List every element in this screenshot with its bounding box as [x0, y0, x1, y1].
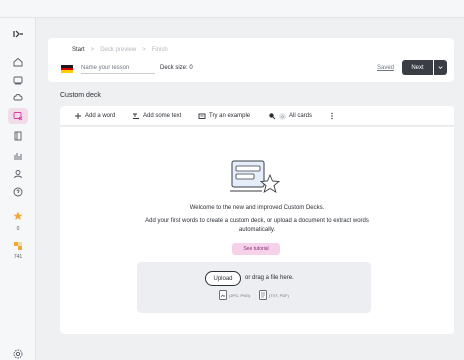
- deck-content: Welcome to the new and improved Custom D…: [60, 127, 454, 334]
- all-cards-filter[interactable]: 0 All cards: [268, 111, 312, 121]
- streak-star-icon: [8, 208, 28, 224]
- cards-icon[interactable]: [8, 72, 28, 88]
- plus-icon: [75, 113, 81, 119]
- upload-button[interactable]: Upload: [205, 271, 241, 286]
- add-text-button[interactable]: Add some text: [132, 111, 181, 121]
- text-icon: [133, 113, 139, 119]
- step-start[interactable]: Start: [72, 47, 85, 53]
- next-button[interactable]: Next: [402, 60, 433, 75]
- doc-file-types: (TXT, PDF): [259, 290, 289, 300]
- logo-icon[interactable]: [8, 26, 28, 42]
- example-icon: [198, 113, 206, 119]
- home-icon[interactable]: [8, 54, 28, 70]
- custom-deck-icon[interactable]: [8, 108, 28, 124]
- help-icon[interactable]: [8, 184, 28, 200]
- cards-filter-icon: [269, 113, 276, 120]
- add-word-button[interactable]: Add a word: [74, 111, 115, 121]
- all-cards-label: All cards: [289, 113, 313, 119]
- deck-size: Deck size: 0: [160, 65, 193, 71]
- top-strip: [0, 0, 464, 18]
- image-file-icon: [219, 290, 227, 300]
- deck-toolbar: Add a word Add some text Try an example …: [60, 106, 454, 126]
- brain-icon[interactable]: [8, 90, 28, 106]
- upload-dropzone[interactable]: Upload or drag a file here. (JPG, PNG) (…: [137, 262, 371, 313]
- saved-link[interactable]: Saved: [377, 65, 394, 71]
- doc-file-icon: [259, 290, 267, 300]
- profile-icon[interactable]: [8, 166, 28, 182]
- see-tutorial-button[interactable]: See tutorial: [232, 243, 280, 255]
- lesson-name-input[interactable]: [81, 63, 155, 74]
- breadcrumb-separator: >: [142, 47, 146, 53]
- add-text-label: Add some text: [143, 113, 182, 119]
- add-word-label: Add a word: [85, 113, 116, 119]
- try-example-button[interactable]: Try an example: [198, 111, 250, 121]
- welcome-text: Welcome to the new and improved Custom D…: [189, 205, 325, 211]
- points-count: 741: [13, 254, 23, 260]
- drag-file-text: or drag a file here.: [245, 275, 294, 281]
- doc-types-label: (TXT, PDF): [269, 292, 289, 298]
- book-icon[interactable]: [8, 128, 28, 144]
- image-types-label: (JPG, PNG): [229, 292, 251, 298]
- lesson-header: Start > Deck preview > Finish Deck size:…: [48, 38, 454, 82]
- empty-state-subtext: Add your first words to create a custom …: [145, 218, 369, 233]
- next-dropdown-button[interactable]: [434, 60, 447, 75]
- streak-count: 0: [16, 226, 20, 232]
- step-deck-preview: Deck preview: [100, 47, 137, 53]
- german-flag-icon[interactable]: [61, 65, 73, 73]
- more-vertical-icon: [331, 112, 333, 120]
- breadcrumb-separator: >: [90, 47, 95, 53]
- stats-icon[interactable]: [8, 148, 28, 164]
- image-file-types: (JPG, PNG): [219, 290, 250, 300]
- settings-icon[interactable]: [8, 346, 28, 360]
- breadcrumb: Start > Deck preview > Finish: [72, 47, 168, 53]
- chevron-down-icon: [438, 66, 443, 69]
- more-options-button[interactable]: [328, 111, 336, 121]
- logo-glyph: [13, 30, 23, 38]
- step-finish: Finish: [151, 47, 168, 53]
- section-title: Custom deck: [60, 92, 101, 99]
- sidebar: 0 741: [0, 18, 36, 360]
- try-example-label: Try an example: [209, 113, 251, 119]
- points-icon: [8, 238, 28, 254]
- cards-count-badge: 0: [279, 112, 286, 120]
- custom-deck-illustration: [230, 160, 281, 193]
